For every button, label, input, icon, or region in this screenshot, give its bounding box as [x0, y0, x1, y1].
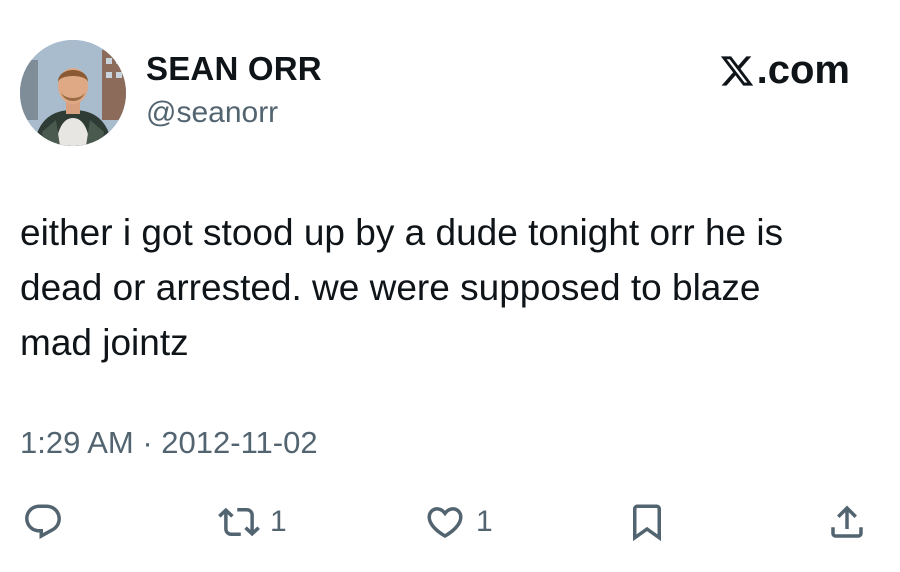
display-name[interactable]: SEAN ORR [146, 50, 322, 88]
reply-icon [25, 504, 61, 539]
reply-button[interactable] [22, 500, 64, 544]
share-button[interactable] [826, 500, 868, 544]
like-button[interactable]: 1 [424, 500, 493, 544]
tweet-timestamp[interactable]: 1:29 AM · 2012-11-02 [20, 425, 318, 461]
heart-icon [427, 507, 463, 539]
avatar[interactable] [20, 40, 126, 146]
retweet-count: 1 [270, 505, 287, 538]
like-count: 1 [476, 505, 493, 538]
user-handle[interactable]: @seanorr [146, 96, 278, 130]
share-icon [831, 505, 863, 538]
bookmark-button[interactable] [626, 500, 668, 544]
brand-label: .com [756, 48, 850, 92]
profile-photo [20, 40, 126, 146]
retweet-icon [218, 507, 260, 537]
bookmark-icon [633, 504, 661, 542]
tweet-card: SEAN ORR @seanorr .com either i got stoo… [0, 0, 900, 572]
brand-x-com: .com [719, 48, 850, 93]
x-logo-icon [719, 53, 755, 89]
tweet-text: either i got stood up by a dude tonight … [20, 212, 784, 363]
retweet-button[interactable]: 1 [218, 500, 287, 544]
